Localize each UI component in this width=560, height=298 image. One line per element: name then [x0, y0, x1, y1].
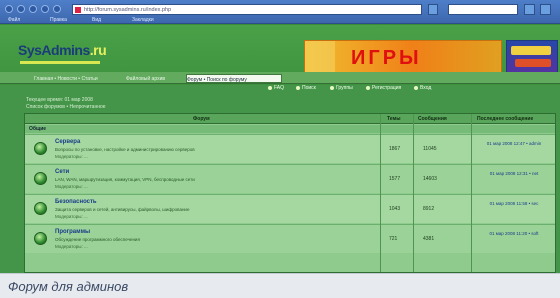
forum-description: Обсуждение программного обеспечения [55, 237, 140, 242]
stop-button[interactable] [41, 5, 49, 13]
forum-description: LAN, WAN, маршрутизация, коммутация, VPN… [55, 177, 195, 182]
favicon-icon [75, 7, 81, 13]
current-time: Текущее время: 01 мар 2008 [26, 97, 93, 103]
topic-count: 721 [389, 236, 398, 242]
tab-files[interactable]: Файловый архив [126, 74, 184, 83]
table-header: Форум Темы Сообщения Последнее сообщение [25, 114, 555, 124]
last-post[interactable]: 01 мар 2008 11:20 • soft [475, 231, 553, 237]
groups-icon [330, 85, 334, 90]
menu-bar: Файл Правка Вид Закладки [0, 17, 560, 24]
logo-tld: .ru [89, 42, 107, 58]
forum-status-icon [34, 142, 47, 155]
register-icon [366, 85, 370, 90]
browser-chrome: http://forum.sysadmins.ru/index.php Файл… [0, 0, 560, 24]
site-tabs: Главная • Новости • Статьи Файловый архи… [0, 72, 560, 84]
back-button[interactable] [5, 5, 13, 13]
action-search-label: Поиск [302, 85, 316, 91]
action-groups[interactable]: Группы [330, 85, 353, 91]
logo-underline [20, 61, 100, 64]
header-forum: Форум [193, 116, 210, 122]
forum-title[interactable]: Сервера [55, 139, 80, 145]
menu-file[interactable]: Файл [8, 17, 20, 23]
table-row: Сервера Вопросы по установке, настройке … [25, 134, 555, 163]
forum-moderators: Модераторы: ... [55, 244, 88, 249]
address-url: http://forum.sysadmins.ru/index.php [84, 7, 172, 13]
forum-status-icon [34, 232, 47, 245]
header-posts: Сообщения [418, 116, 447, 122]
last-post[interactable]: 01 мар 2008 12:47 • admin [475, 141, 553, 147]
forum-title[interactable]: Безопасность [55, 199, 97, 205]
forum-title[interactable]: Программы [55, 229, 90, 235]
post-count: 8912 [423, 206, 435, 212]
action-search[interactable]: Поиск [296, 85, 316, 91]
home-button[interactable] [53, 5, 61, 13]
forum-description: Защита серверов и сетей, антивирусы, фай… [55, 207, 190, 212]
forum-table: Форум Темы Сообщения Последнее сообщение… [24, 113, 556, 273]
last-post[interactable]: 01 мар 2008 11:58 • sec [475, 201, 553, 207]
caption-text: Форум для админов [8, 279, 129, 294]
forum-moderators: Модераторы: ... [55, 214, 88, 219]
forward-button[interactable] [17, 5, 25, 13]
promo-logo [511, 46, 551, 55]
faq-icon [268, 85, 272, 90]
column-divider [413, 114, 414, 272]
tab-forum[interactable]: Форум • Поиск по форуму [186, 74, 282, 83]
banner-text: ИГРЫ [351, 47, 422, 69]
site-logo[interactable]: SysAdmins.ru [18, 42, 107, 58]
login-icon [414, 85, 418, 90]
topic-count: 1867 [389, 146, 401, 152]
action-register-label: Регистрация [372, 85, 402, 91]
forum-moderators: Модераторы: ... [55, 184, 88, 189]
extension-icon[interactable] [540, 4, 551, 15]
go-button[interactable] [428, 4, 438, 15]
post-count: 14603 [423, 176, 437, 182]
header-last-post: Последнее сообщение [477, 116, 534, 122]
forum-content: FAQ Поиск Группы Регистрация Вход Текуще… [0, 85, 560, 273]
header-topics: Темы [387, 116, 401, 122]
search-input[interactable] [448, 4, 518, 15]
logo-main: SysAdmins [18, 42, 90, 58]
address-bar[interactable]: http://forum.sysadmins.ru/index.php [72, 4, 422, 15]
search-icon [296, 85, 300, 90]
topic-count: 1043 [389, 206, 401, 212]
image-caption: Форум для админов [0, 273, 560, 298]
reload-button[interactable] [29, 5, 37, 13]
table-row: Безопасность Защита серверов и сетей, ан… [25, 194, 555, 223]
action-login[interactable]: Вход [414, 85, 431, 91]
post-count: 4381 [423, 236, 435, 242]
tab-home[interactable]: Главная • Новости • Статьи [34, 74, 104, 83]
menu-bookmarks[interactable]: Закладки [132, 17, 154, 23]
forum-title[interactable]: Сети [55, 169, 69, 175]
action-register[interactable]: Регистрация [366, 85, 401, 91]
forum-status-icon [34, 202, 47, 215]
category-row[interactable]: Общие [25, 125, 555, 133]
forum-description: Вопросы по установке, настройке и админи… [55, 147, 195, 152]
action-faq-label: FAQ [274, 85, 285, 91]
promo-badge [515, 59, 551, 67]
table-row: Программы Обсуждение программного обеспе… [25, 224, 555, 253]
breadcrumb[interactable]: Список форумов • Непрочитанное [26, 104, 106, 110]
forum-status-icon [34, 172, 47, 185]
last-post[interactable]: 01 мар 2008 12:31 • net [475, 171, 553, 177]
column-divider [471, 114, 472, 272]
table-row: Сети LAN, WAN, маршрутизация, коммутация… [25, 164, 555, 193]
action-groups-label: Группы [336, 85, 353, 91]
forum-moderators: Модераторы: ... [55, 154, 88, 159]
search-button-icon[interactable] [524, 4, 535, 15]
menu-edit[interactable]: Правка [50, 17, 67, 23]
post-count: 11045 [423, 146, 437, 152]
category-title: Общие [29, 126, 47, 132]
menu-view[interactable]: Вид [92, 17, 101, 23]
action-faq[interactable]: FAQ [268, 85, 284, 91]
topic-count: 1577 [389, 176, 401, 182]
action-login-label: Вход [420, 85, 432, 91]
column-divider [380, 114, 381, 272]
